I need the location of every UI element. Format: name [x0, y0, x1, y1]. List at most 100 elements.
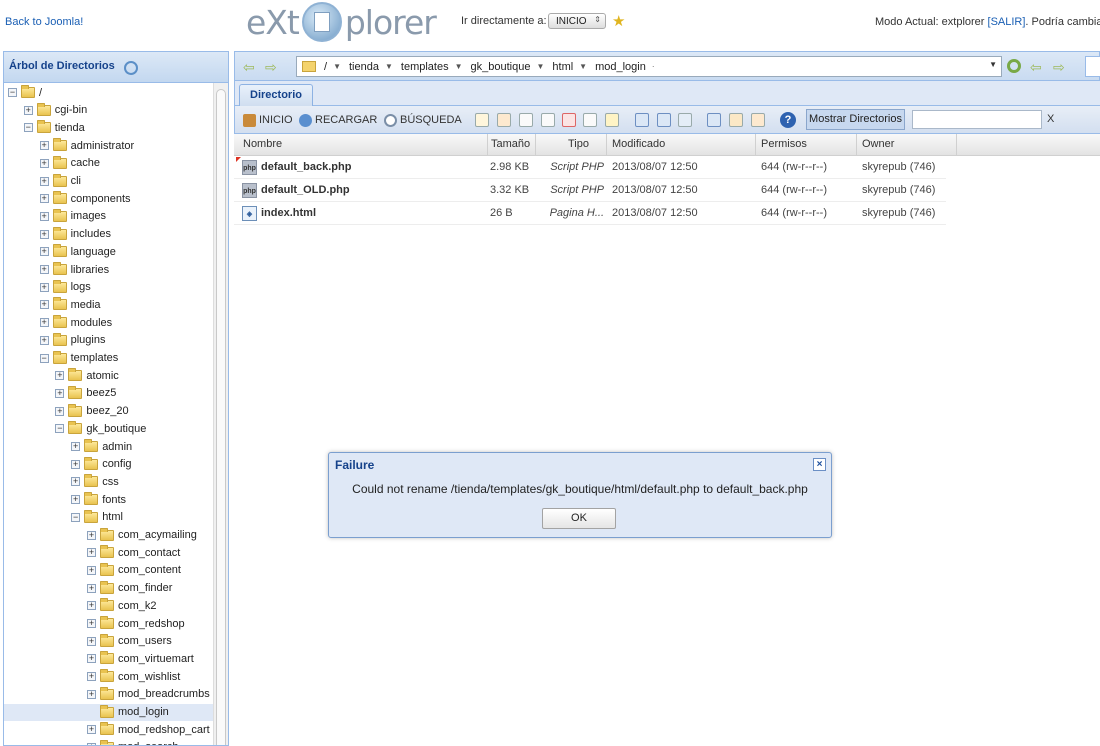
tree-item[interactable]: + admin [4, 438, 213, 455]
breadcrumb-chevron-icon[interactable]: ▼ [579, 62, 587, 71]
tree-item[interactable]: − / [4, 84, 213, 101]
new-file-icon[interactable] [475, 113, 489, 127]
tree-item[interactable]: + cgi-bin [4, 102, 213, 119]
tree-item[interactable]: − gk_boutique [4, 420, 213, 437]
move-icon[interactable] [541, 113, 555, 127]
expand-icon[interactable]: + [39, 282, 49, 292]
folder-button[interactable] [1085, 56, 1100, 77]
expand-icon[interactable]: + [71, 442, 81, 451]
breadcrumb-chevron-icon[interactable]: · [652, 62, 655, 71]
expand-icon[interactable]: + [39, 300, 49, 310]
expand-icon[interactable]: + [87, 583, 96, 593]
expand-icon[interactable]: + [55, 388, 65, 398]
tree-item[interactable]: + includes [4, 226, 213, 243]
back-to-joomla-link[interactable]: Back to Joomla! [5, 16, 83, 28]
reload-path-icon[interactable] [1007, 59, 1021, 73]
expand-icon[interactable]: + [39, 158, 49, 168]
expand-icon[interactable]: + [87, 654, 96, 664]
tree-refresh-icon[interactable] [124, 61, 138, 75]
breadcrumb-item[interactable]: html [552, 61, 573, 73]
logout-link[interactable]: [SALIR] [988, 16, 1026, 28]
reload-button[interactable]: RECARGAR [299, 112, 377, 128]
rename-icon[interactable] [583, 113, 597, 127]
tree-scrollbar[interactable] [213, 83, 228, 745]
help-icon[interactable]: ? [780, 112, 796, 128]
delete-icon[interactable] [562, 113, 576, 127]
transfer-icon[interactable] [751, 113, 765, 127]
file-row[interactable]: php default_OLD.php 3.32 KB Script PHP 2013/… [234, 179, 946, 202]
file-row[interactable]: php default_back.php 2.98 KB Script PHP 2013… [234, 156, 946, 179]
tree-item[interactable]: + css [4, 473, 213, 490]
expand-icon[interactable]: + [23, 105, 33, 115]
tree-item[interactable]: + com_redshop [4, 615, 213, 632]
tree-item[interactable]: + cache [4, 155, 213, 172]
tree-item[interactable]: + cli [4, 173, 213, 190]
breadcrumb-item[interactable]: templates [401, 61, 449, 73]
expand-icon[interactable]: + [87, 548, 96, 558]
goto-select[interactable]: INICIO ⇕ [548, 13, 606, 29]
copy-icon[interactable] [519, 113, 533, 127]
expand-icon[interactable]: + [39, 265, 49, 274]
path-combo[interactable]: / ▼ tienda ▼ templates ▼ gk_boutique ▼ html ▼ mod_… [296, 56, 1002, 77]
column-header-type[interactable]: Tipo [536, 134, 607, 155]
expand-icon[interactable]: + [71, 477, 81, 487]
tree-item[interactable]: + config [4, 456, 213, 473]
expand-icon[interactable]: + [87, 565, 96, 575]
bookmark-star-icon[interactable]: ★ [612, 12, 625, 30]
tree-item[interactable]: + libraries [4, 261, 213, 278]
expand-icon[interactable]: + [87, 530, 96, 540]
chmod-icon[interactable] [605, 113, 619, 127]
tree-item[interactable]: − html [4, 509, 213, 526]
tree-item[interactable]: + com_acymailing [4, 527, 213, 544]
ok-button[interactable]: OK [542, 508, 616, 529]
tree-item[interactable]: + images [4, 208, 213, 225]
filter-clear-button[interactable]: X [1047, 113, 1054, 125]
show-directories-button[interactable]: Mostrar Directorios [806, 109, 905, 130]
expand-icon[interactable]: + [39, 176, 49, 186]
tree-item[interactable]: + com_finder [4, 580, 213, 597]
expand-icon[interactable]: + [55, 371, 65, 381]
tree-item[interactable]: + atomic [4, 367, 213, 384]
tree-item[interactable]: + mod_redshop_cart [4, 721, 213, 738]
tree-item[interactable]: + logs [4, 279, 213, 296]
collapse-icon[interactable]: − [55, 424, 65, 434]
home-button[interactable]: INICIO [243, 112, 293, 128]
tree-item[interactable]: + com_k2 [4, 597, 213, 614]
expand-icon[interactable]: + [87, 636, 96, 646]
collapse-icon[interactable]: − [23, 123, 33, 133]
expand-icon[interactable]: + [87, 725, 96, 735]
expand-icon[interactable]: + [87, 601, 96, 611]
tree-item[interactable]: − tienda [4, 119, 213, 136]
file-row[interactable]: ◈ index.html 26 B Pagina H... 2013/08/07 12:… [234, 202, 946, 225]
column-header-permissions[interactable]: Permisos [756, 134, 857, 155]
upload-icon[interactable] [707, 113, 721, 127]
tree-item[interactable]: + language [4, 243, 213, 260]
column-header-name[interactable]: Nombre [238, 134, 488, 155]
expand-icon[interactable]: + [39, 335, 49, 345]
view-icon[interactable] [635, 113, 649, 127]
breadcrumb-chevron-icon[interactable]: ▼ [536, 62, 544, 71]
expand-icon[interactable]: + [55, 406, 65, 416]
expand-icon[interactable]: + [71, 495, 81, 505]
breadcrumb-chevron-icon[interactable]: ▼ [333, 62, 341, 71]
extract-icon[interactable] [729, 113, 743, 127]
breadcrumb-item[interactable]: mod_login [595, 61, 646, 73]
column-header-size[interactable]: Tamaño [486, 134, 536, 155]
tree-item[interactable]: + com_users [4, 633, 213, 650]
close-icon[interactable]: × [813, 458, 826, 471]
column-header-modified[interactable]: Modificado [607, 134, 756, 155]
back-arrow-icon-2[interactable]: ⇦ [1030, 59, 1042, 76]
edit-file-icon[interactable] [497, 113, 511, 127]
expand-icon[interactable]: + [39, 194, 49, 204]
tree-item[interactable]: mod_login [4, 703, 213, 721]
expand-icon[interactable]: + [87, 619, 96, 628]
archive-icon[interactable] [678, 113, 692, 127]
breadcrumb-item[interactable]: tienda [349, 61, 379, 73]
forward-arrow-icon-2[interactable]: ⇨ [1053, 59, 1065, 76]
breadcrumb-chevron-icon[interactable]: ▼ [455, 62, 463, 71]
collapse-icon[interactable]: − [39, 353, 49, 363]
tree-item[interactable]: + com_content [4, 562, 213, 579]
expand-icon[interactable]: + [39, 229, 49, 239]
tree-item[interactable]: + com_wishlist [4, 668, 213, 685]
expand-icon[interactable]: + [39, 318, 49, 328]
